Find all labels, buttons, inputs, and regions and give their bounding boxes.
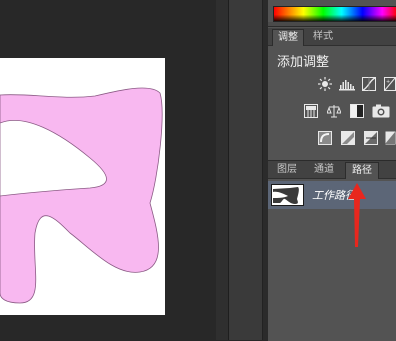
right-panel-column: 调整 样式 添加调整 + 图层 通道 路径 工作路径 xyxy=(268,0,396,341)
tab-adjustments[interactable]: 调整 xyxy=(272,29,304,46)
pink-shape-drawing xyxy=(0,87,163,304)
collapsed-panel-strip xyxy=(228,0,265,340)
tab-layers[interactable]: 图层 xyxy=(272,162,302,178)
tab-styles[interactable]: 样式 xyxy=(306,29,340,45)
canvas-area[interactable] xyxy=(0,0,216,340)
tab-channels[interactable]: 通道 xyxy=(308,162,340,178)
canvas-scrollbar[interactable] xyxy=(216,0,228,340)
document-canvas[interactable] xyxy=(0,58,165,315)
pink-shape xyxy=(0,87,163,304)
color-balance-icon[interactable] xyxy=(327,104,341,118)
path-thumbnail xyxy=(271,184,304,206)
color-spectrum[interactable] xyxy=(273,6,396,22)
gradient-map-icon[interactable] xyxy=(385,131,396,145)
vibrance-icon[interactable] xyxy=(304,104,318,118)
paths-panel: 图层 通道 路径 工作路径 xyxy=(268,160,396,341)
invert-icon[interactable] xyxy=(318,131,332,145)
add-adjustment-title: 添加调整 xyxy=(277,55,330,70)
threshold-icon[interactable] xyxy=(364,131,378,145)
layers-tab-row: 图层 通道 路径 xyxy=(268,161,396,179)
curves-icon[interactable] xyxy=(362,77,376,91)
svg-text:+: + xyxy=(386,79,390,85)
adjustments-tab-row: 调整 样式 xyxy=(268,28,396,46)
path-row-work-path[interactable]: 工作路径 xyxy=(268,181,396,209)
posterize-icon[interactable] xyxy=(341,131,355,145)
color-panel-footer xyxy=(268,22,396,27)
photo-filter-icon[interactable] xyxy=(372,104,390,118)
annotation-arrow xyxy=(348,183,366,247)
adjustments-panel: 调整 样式 添加调整 + xyxy=(268,28,396,156)
exposure-icon[interactable]: + xyxy=(384,77,396,91)
tab-paths[interactable]: 路径 xyxy=(345,162,379,179)
levels-icon[interactable] xyxy=(339,77,355,91)
black-white-icon[interactable] xyxy=(350,104,364,118)
brightness-contrast-icon[interactable] xyxy=(318,77,332,91)
